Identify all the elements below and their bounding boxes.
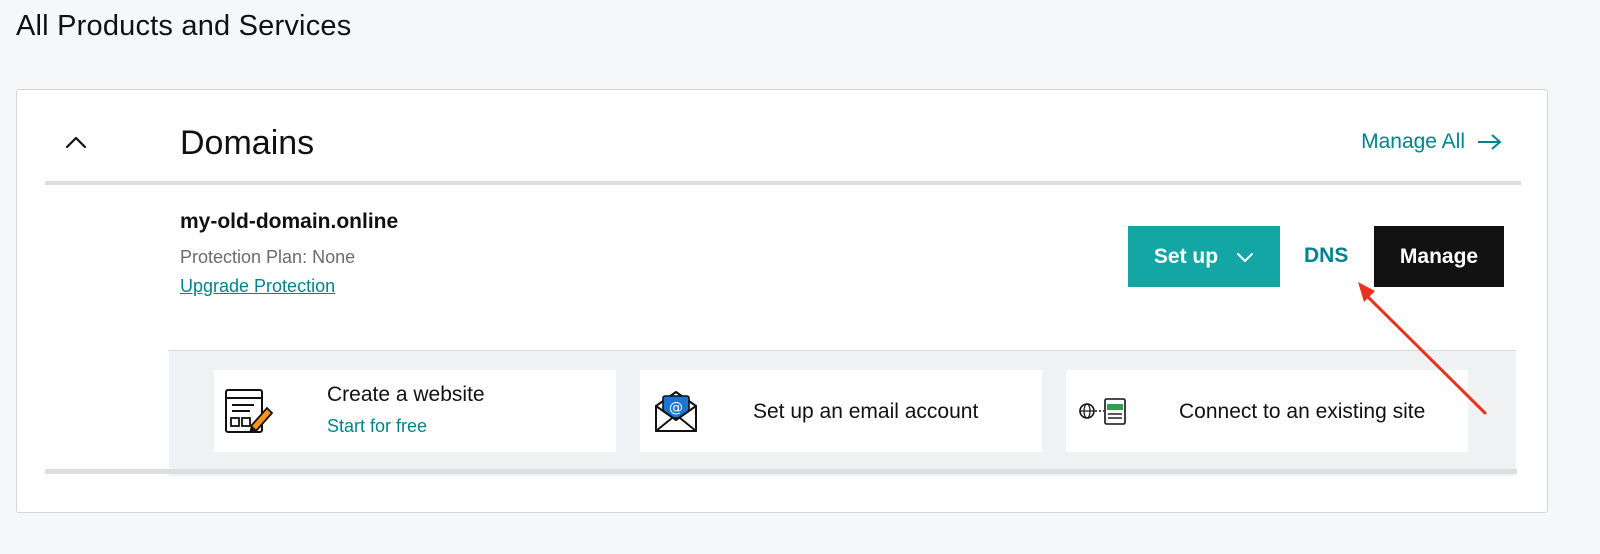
- website-builder-icon: [225, 389, 274, 433]
- setup-dropdown-button[interactable]: Set up: [1128, 226, 1280, 287]
- suggestions-bottom-divider: [45, 469, 1517, 474]
- connect-site-title: Connect to an existing site: [1179, 400, 1426, 423]
- upgrade-protection-link[interactable]: Upgrade Protection: [180, 276, 335, 297]
- connect-site-icon: [1079, 398, 1126, 425]
- start-for-free-link[interactable]: Start for free: [327, 416, 427, 437]
- domain-name: my-old-domain.online: [180, 210, 399, 233]
- section-title: Domains: [180, 124, 315, 162]
- suggestions-panel: Create a website Start for free @ Set up…: [169, 350, 1516, 476]
- email-envelope-icon: @: [655, 391, 697, 432]
- email-account-title: Set up an email account: [753, 400, 979, 423]
- chevron-down-icon: [1237, 252, 1254, 262]
- connect-site-tile[interactable]: Connect to an existing site: [1066, 370, 1468, 452]
- svg-text:@: @: [669, 400, 683, 416]
- protection-plan-status: Protection Plan: None: [180, 247, 356, 267]
- dns-link[interactable]: DNS: [1304, 244, 1348, 268]
- setup-button-label: Set up: [1153, 244, 1219, 268]
- arrow-right-icon: [1478, 134, 1502, 150]
- create-website-tile[interactable]: Create a website Start for free: [214, 370, 616, 452]
- collapse-section-button[interactable]: [61, 127, 91, 157]
- create-website-title: Create a website: [327, 383, 485, 406]
- email-account-tile[interactable]: @ Set up an email account: [640, 370, 1042, 452]
- manage-all-link[interactable]: Manage All: [1361, 130, 1503, 154]
- page-title: All Products and Services: [16, 10, 352, 42]
- manage-all-label: Manage All: [1361, 130, 1465, 153]
- chevron-up-icon: [65, 136, 87, 149]
- section-divider: [45, 181, 1521, 185]
- manage-button[interactable]: Manage: [1374, 226, 1504, 287]
- domains-card: Domains Manage All my-old-domain.online …: [16, 89, 1548, 513]
